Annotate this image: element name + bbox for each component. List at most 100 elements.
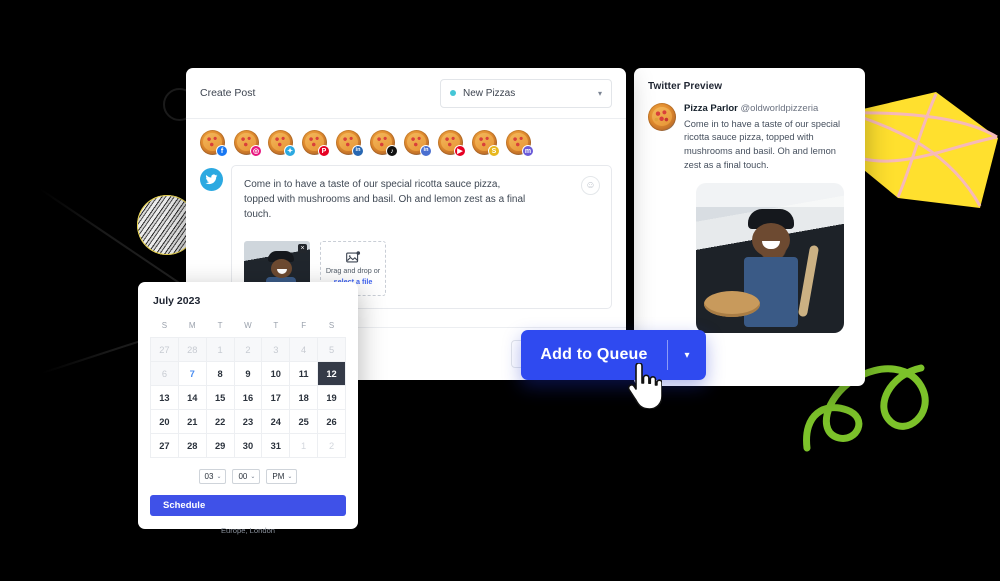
account-avatar-twitter[interactable]: ✦: [268, 130, 296, 157]
preview-title: Twitter Preview: [648, 81, 723, 92]
account-avatar-linkedin[interactable]: in: [336, 130, 364, 157]
mastodon-icon: m: [522, 145, 534, 157]
calendar-day-cell[interactable]: 20: [150, 409, 179, 434]
calendar-weekday: S: [161, 321, 168, 330]
emoji-icon[interactable]: ☺: [581, 176, 600, 195]
calendar-week-row: 20 21 22 23 24 25 26: [150, 409, 346, 434]
calendar-week-row: 13 14 15 16 17 18 19: [150, 385, 346, 410]
chevron-down-icon: ⌄: [287, 474, 293, 480]
facebook-icon: f: [216, 145, 228, 157]
account-avatar-tiktok[interactable]: ♪: [370, 130, 398, 157]
calendar-day-cell[interactable]: 23: [233, 409, 263, 434]
time-picker-row: 03 ⌄ 00 ⌄ PM ⌄: [150, 469, 346, 484]
calendar-day-cell[interactable]: 10: [261, 361, 291, 386]
account-avatar-pinterest[interactable]: P: [302, 130, 330, 157]
calendar-day-cell: 1: [289, 433, 319, 458]
calendar-weekday-row: SMTWTFS: [151, 316, 346, 338]
calendar-day-cell[interactable]: 28: [177, 433, 207, 458]
screenshot-stage: Twitter Preview Pizza Parlor @oldworldpi…: [0, 0, 1000, 581]
calendar-day-cell[interactable]: 9: [233, 361, 263, 386]
calendar-day-cell[interactable]: 25: [289, 409, 319, 434]
campaign-value: New Pizzas: [463, 87, 516, 99]
avatar: [648, 103, 676, 131]
instagram-icon: ◎: [250, 145, 262, 157]
remove-attachment-button[interactable]: ×: [298, 243, 307, 253]
calendar-day-cell[interactable]: 7: [177, 361, 207, 386]
calendar-day-cell[interactable]: 15: [205, 385, 235, 410]
meridiem-value: PM: [272, 472, 285, 481]
chevron-down-icon: ▾: [597, 88, 602, 98]
calendar-day-cell[interactable]: 26: [317, 409, 346, 434]
chevron-down-icon: ⌄: [250, 474, 256, 480]
calendar-day-cell[interactable]: 30: [233, 433, 263, 458]
calendar-day-cell[interactable]: 11: [289, 361, 319, 386]
calendar-day-cell: 1: [205, 337, 235, 362]
calendar-month-title: July 2023: [153, 295, 201, 307]
calendar-weekday: W: [244, 321, 252, 330]
youtube-icon: ▶: [454, 145, 466, 157]
chevron-down-icon[interactable]: ▾: [668, 350, 706, 361]
date-picker-card: July 2023 SMTWTFS 27 28 1 2 3 4 5 6 7 8 9 10 11 12 13 1…: [138, 282, 358, 535]
calendar-day-cell[interactable]: 17: [261, 385, 291, 410]
calendar-day-cell[interactable]: 29: [205, 433, 235, 458]
calendar-day-cell[interactable]: 8: [205, 361, 235, 386]
calendar-day-cell: 28: [177, 337, 207, 362]
composer-text: Come in to have a taste of our special r…: [244, 179, 526, 221]
account-avatar-mastodon[interactable]: m: [506, 130, 534, 157]
account-avatar-facebook[interactable]: f: [200, 130, 228, 157]
preview-author-name: Pizza Parlor: [684, 103, 738, 114]
preview-text: Come in to have a taste of our special r…: [684, 118, 841, 170]
schedule-button[interactable]: Schedule: [150, 495, 346, 516]
dropzone-label: Drag and drop or: [325, 265, 381, 275]
calendar-day-cell[interactable]: 21: [177, 409, 207, 434]
calendar-day-cell[interactable]: 24: [261, 409, 291, 434]
hand-cursor-icon: [627, 363, 662, 409]
calendar-day-cell[interactable]: 13: [150, 385, 179, 410]
hour-select[interactable]: 03 ⌄: [198, 469, 227, 484]
create-post-header: Create Post New Pizzas ▾: [186, 68, 626, 119]
pinterest-icon: P: [318, 145, 330, 157]
image-upload-icon: [345, 250, 360, 263]
calendar-weekday: T: [273, 321, 279, 330]
calendar-day-cell[interactable]: 19: [317, 385, 346, 410]
calendar-day-cell[interactable]: 31: [261, 433, 291, 458]
linkedin-icon: in: [352, 145, 364, 157]
linkedin-page-icon: in: [420, 145, 432, 157]
account-avatar-row: f ◎ ✦ Pin ♪ in ▶ Sm: [186, 119, 626, 161]
calendar-day-cell[interactable]: 12: [317, 361, 346, 386]
calendar-day-cell[interactable]: 16: [233, 385, 263, 410]
page-title: Create Post: [200, 87, 256, 99]
account-avatar-shopify[interactable]: S: [472, 130, 500, 157]
add-to-queue-button[interactable]: Add to Queue ▾: [521, 330, 706, 380]
account-avatar-linkedin-page[interactable]: in: [404, 130, 432, 157]
calendar-day-cell: 6: [150, 361, 179, 386]
minute-select[interactable]: 00 ⌄: [232, 469, 261, 484]
meridiem-select[interactable]: PM ⌄: [266, 469, 298, 484]
tiktok-icon: ♪: [386, 145, 398, 157]
calendar-day-cell[interactable]: 27: [150, 433, 179, 458]
calendar-body: 27 28 1 2 3 4 5 6 7 8 9 10 11 12 13 14 15 16 17 18 19 20 21 22 2…: [150, 337, 346, 458]
calendar-grid: SMTWTFS 27 28 1 2 3 4 5 6 7 8 9 10 11 12 13 14 15 16 17 18 1…: [150, 316, 346, 458]
preview-author: Pizza Parlor @oldworldpizzeria: [684, 103, 851, 116]
account-avatar-instagram[interactable]: ◎: [234, 130, 262, 157]
calendar-week-row: 6 7 8 9 10 11 12: [150, 361, 346, 386]
preview-photo: [696, 183, 844, 334]
account-avatar-youtube[interactable]: ▶: [438, 130, 466, 157]
diagonal-line-decoration: [39, 188, 199, 297]
twitter-icon: [200, 168, 223, 191]
minute-value: 00: [238, 472, 248, 481]
chevron-down-icon: ⌄: [216, 474, 222, 480]
calendar-day-cell[interactable]: 18: [289, 385, 319, 410]
campaign-select[interactable]: New Pizzas ▾: [440, 78, 612, 108]
calendar-weekday: T: [217, 321, 223, 330]
timezone-label: Europe, London: [220, 526, 276, 535]
calendar-week-row: 27 28 29 30 31 1 2: [150, 433, 346, 458]
preview-author-handle: @oldworldpizzeria: [740, 103, 819, 114]
calendar-day-cell: 3: [261, 337, 291, 362]
calendar-weekday: M: [188, 321, 196, 330]
calendar-day-cell: 4: [289, 337, 319, 362]
twitter-icon: ✦: [284, 145, 296, 157]
calendar-day-cell[interactable]: 14: [177, 385, 207, 410]
calendar-day-cell[interactable]: 22: [205, 409, 235, 434]
calendar-day-cell: 2: [233, 337, 263, 362]
